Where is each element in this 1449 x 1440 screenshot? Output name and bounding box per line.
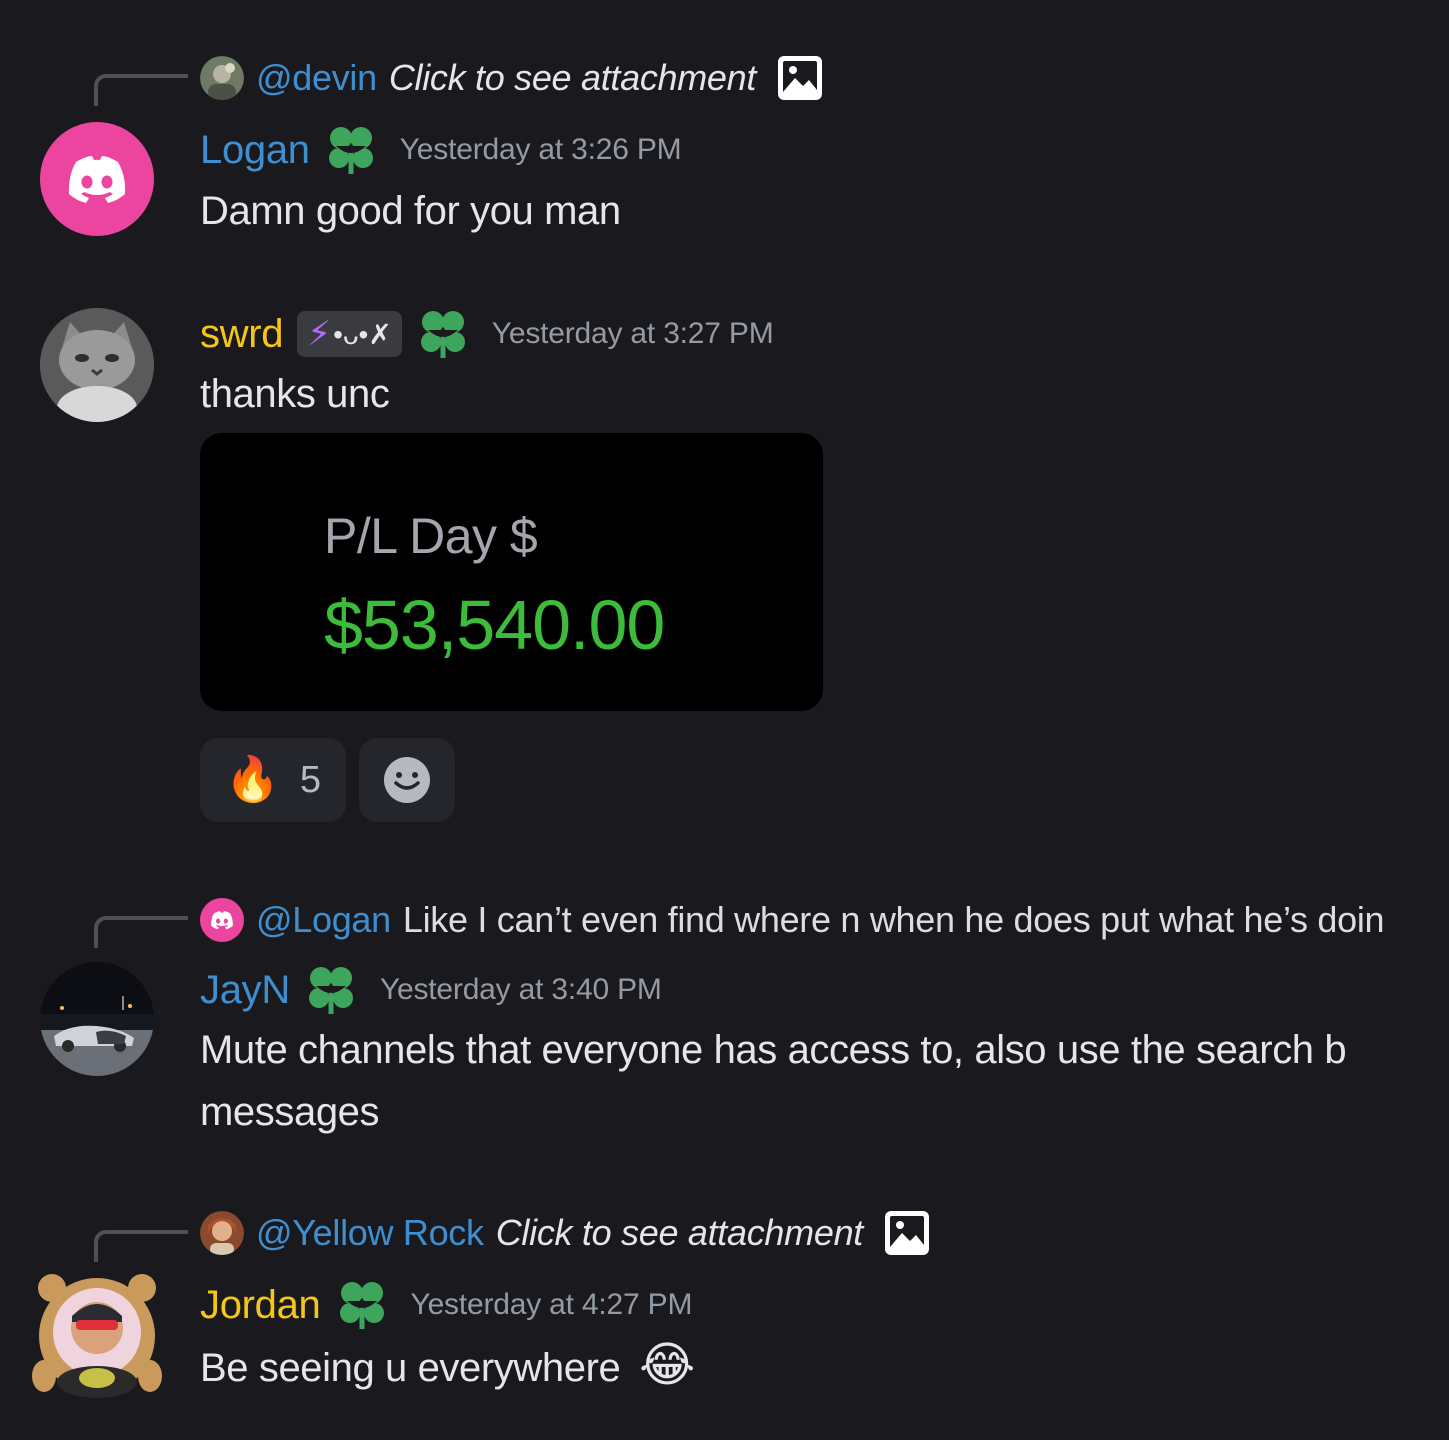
image-attachment-icon [885,1211,929,1255]
reply-mention[interactable]: @Yellow Rock [256,1212,484,1254]
reply-avatar-yellow-rock [200,1211,244,1255]
reply-preview[interactable]: @Yellow Rock Click to see attachment [200,1209,931,1257]
username[interactable]: Jordan [200,1283,321,1328]
timestamp[interactable]: Yesterday at 4:27 PM [411,1288,693,1322]
bear-decoration-avatar-image [32,1274,162,1398]
message-header: Jordan Yesterday at 4:27 PM [200,1277,692,1333]
message-content: Be seeing u everywhere 😂 [200,1335,695,1399]
reply-connector [94,1230,188,1262]
green-clover-role-icon [339,1282,384,1329]
chat-message-list: @devin Click to see attachment Logan Yes… [0,0,1449,1440]
joy-emoji: 😂 [639,1339,695,1392]
reply-text[interactable]: Click to see attachment [496,1212,864,1254]
message-text: Be seeing u everywhere [200,1346,621,1390]
message-jordan: @Yellow Rock Click to see attachment Jor… [0,0,1449,1440]
avatar-jordan[interactable] [30,1266,164,1400]
